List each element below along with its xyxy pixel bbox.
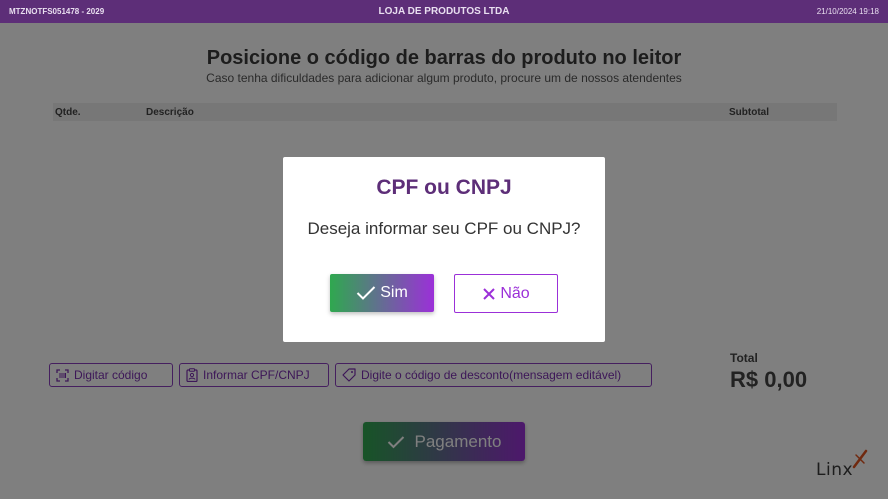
yes-button[interactable]: Sim — [330, 274, 434, 312]
no-label: Não — [500, 284, 530, 302]
check-icon — [357, 286, 376, 300]
close-icon — [483, 287, 496, 300]
yes-label: Sim — [380, 284, 408, 301]
datetime: 21/10/2024 19:18 — [816, 7, 879, 16]
no-button[interactable]: Não — [454, 274, 558, 313]
dialog-title: CPF ou CNPJ — [376, 176, 512, 199]
cpf-dialog: CPF ou CNPJ Deseja informar seu CPF ou C… — [283, 157, 605, 342]
top-bar: MTZNOTFS051478 - 2029 LOJA DE PRODUTOS L… — [0, 0, 888, 23]
dialog-message: Deseja informar seu CPF ou CNPJ? — [307, 219, 581, 238]
store-name: LOJA DE PRODUTOS LTDA — [378, 6, 510, 17]
